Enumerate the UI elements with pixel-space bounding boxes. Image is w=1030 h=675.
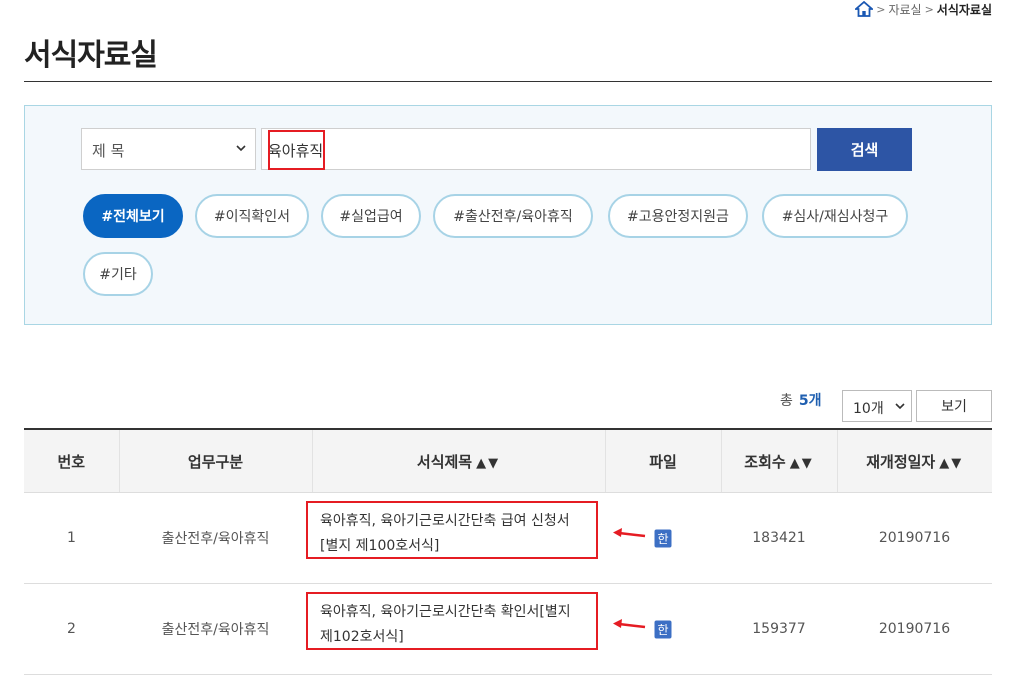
table-row: 1 출산전후/육아휴직 육아휴직, 육아기근로시간단축 급여 신청서[별지 제1… — [24, 492, 992, 584]
tag-separation-confirmation[interactable]: #이직확인서 — [195, 194, 309, 238]
col-title[interactable]: 서식제목 ▲▼ — [311, 428, 605, 493]
tag-etc[interactable]: #기타 — [83, 252, 153, 296]
col-views-label: 조회수 — [744, 452, 786, 471]
search-panel: 제 목 육아휴직 검색 #전체보기 #이직확인서 #실업급여 #출산전후/육아휴… — [24, 105, 992, 325]
col-category: 업무구분 — [118, 428, 312, 493]
col-number: 번호 — [24, 428, 119, 493]
highlight-box — [268, 130, 325, 170]
row-number: 1 — [24, 492, 119, 584]
tag-unemployment-benefit[interactable]: #실업급여 — [321, 194, 421, 238]
sort-arrows-icon[interactable]: ▲▼ — [939, 456, 963, 471]
search-input[interactable]: 육아휴직 — [261, 128, 811, 170]
breadcrumb-item-current: 서식자료실 — [936, 2, 992, 17]
breadcrumb: > 자료실 > 서식자료실 — [855, 0, 992, 18]
row-category: 출산전후/육아휴직 — [119, 492, 312, 584]
search-field-select[interactable]: 제 목 — [81, 128, 256, 170]
row-title-cell: 육아휴직, 육아기근로시간단축 급여 신청서[별지 제100호서식] — [306, 492, 646, 584]
search-button[interactable]: 검색 — [817, 128, 912, 171]
home-icon[interactable] — [855, 1, 874, 17]
per-page-value: 10개 — [853, 401, 884, 417]
total-count: 총 5개 — [780, 390, 822, 410]
chevron-down-icon — [895, 403, 905, 410]
svg-text:한: 한 — [657, 623, 668, 637]
col-file: 파일 — [604, 428, 721, 493]
row-category: 출산전후/육아휴직 — [119, 583, 312, 675]
total-count-value: 5개 — [798, 393, 822, 409]
view-button[interactable]: 보기 — [916, 390, 992, 422]
hwp-file-icon[interactable]: 한 — [654, 620, 672, 639]
arrow-left-icon — [613, 528, 646, 538]
table-row: 2 출산전후/육아휴직 육아휴직, 육아기근로시간단축 확인서[별지 제102호… — [24, 583, 992, 675]
chevron-down-icon — [236, 145, 246, 152]
tag-review-request[interactable]: #심사/재심사청구 — [762, 194, 908, 238]
svg-text:한: 한 — [657, 532, 668, 546]
row-date: 20190716 — [837, 492, 992, 584]
row-date: 20190716 — [837, 583, 992, 675]
row-views: 159377 — [721, 583, 837, 675]
col-views[interactable]: 조회수 ▲▼ — [720, 428, 837, 493]
page-title: 서식자료실 — [24, 38, 158, 73]
tag-maternity-parental-leave[interactable]: #출산전후/육아휴직 — [433, 194, 593, 238]
sort-arrows-icon[interactable]: ▲▼ — [790, 456, 814, 471]
col-revised-date[interactable]: 재개정일자 ▲▼ — [836, 428, 992, 493]
breadcrumb-separator: > — [924, 2, 934, 16]
forms-table: 번호 업무구분 서식제목 ▲▼ 파일 조회수 ▲▼ 재개정일자 ▲▼ 1 출산전후/육… — [24, 428, 992, 675]
col-date-label: 재개정일자 — [866, 452, 936, 471]
hwp-file-icon[interactable]: 한 — [654, 529, 672, 548]
title-divider — [24, 81, 992, 82]
tag-all[interactable]: #전체보기 — [83, 194, 183, 238]
sort-arrows-icon[interactable]: ▲▼ — [476, 456, 500, 471]
col-title-label: 서식제목 — [416, 452, 473, 471]
total-label: 총 — [780, 393, 793, 409]
search-field-value: 제 목 — [92, 142, 125, 160]
breadcrumb-item-archive[interactable]: 자료실 — [888, 1, 921, 18]
arrow-left-icon — [613, 619, 646, 629]
breadcrumb-separator: > — [876, 2, 886, 16]
row-views: 183421 — [721, 492, 837, 584]
row-title-link[interactable]: 육아휴직, 육아기근로시간단축 확인서[별지 제102호서식] — [306, 592, 598, 650]
row-title-link[interactable]: 육아휴직, 육아기근로시간단축 급여 신청서[별지 제100호서식] — [306, 501, 598, 559]
per-page-select[interactable]: 10개 — [842, 390, 912, 422]
table-header-row: 번호 업무구분 서식제목 ▲▼ 파일 조회수 ▲▼ 재개정일자 ▲▼ — [24, 428, 992, 493]
row-title-cell: 육아휴직, 육아기근로시간단축 확인서[별지 제102호서식] — [306, 583, 646, 675]
tag-employment-stabilization[interactable]: #고용안정지원금 — [608, 194, 748, 238]
row-number: 2 — [24, 583, 119, 675]
